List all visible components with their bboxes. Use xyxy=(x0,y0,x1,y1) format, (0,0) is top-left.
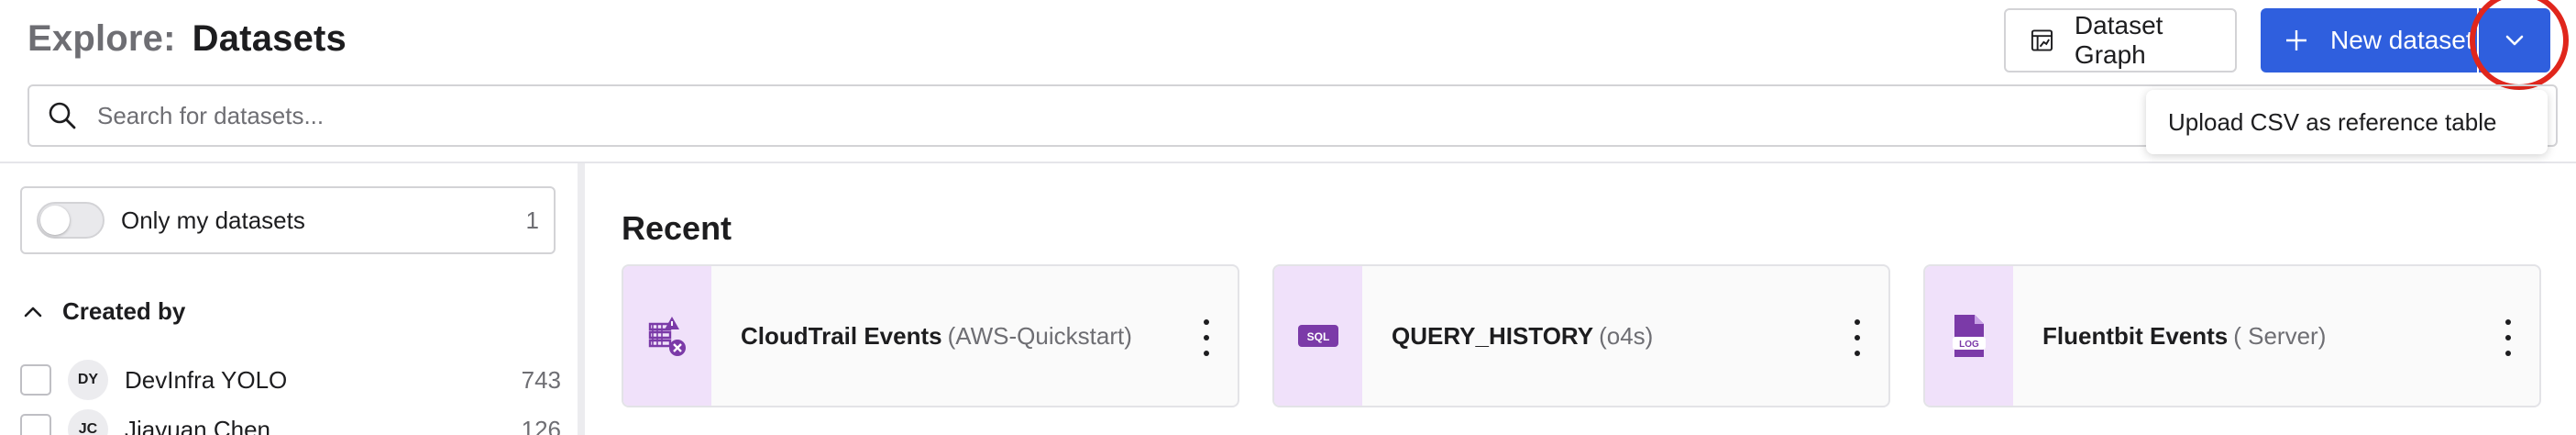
avatar: JC xyxy=(68,409,108,435)
sql-icon-text: SQL xyxy=(1307,330,1330,343)
search-input[interactable] xyxy=(97,101,2114,130)
only-my-datasets-label: Only my datasets xyxy=(121,206,305,234)
sidebar-resize-handle[interactable] xyxy=(578,163,585,435)
only-my-datasets-filter[interactable]: Only my datasets 1 xyxy=(20,186,556,254)
recent-dataset-card[interactable]: SQL QUERY_HISTORY (o4s) xyxy=(1272,264,1890,407)
creator-count: 126 xyxy=(521,415,561,435)
dataset-icon-cell: LOG xyxy=(1925,266,2013,406)
sql-icon: SQL xyxy=(1298,325,1338,347)
recent-dataset-card[interactable]: LOG Fluentbit Events( Server) xyxy=(1923,264,2541,407)
more-options-icon[interactable] xyxy=(2497,319,2519,356)
page-title-name: Datasets xyxy=(192,18,347,59)
dataset-name: QUERY_HISTORY xyxy=(1392,321,1594,350)
dataset-name: Fluentbit Events xyxy=(2042,321,2229,350)
created-by-label: Created by xyxy=(62,297,186,325)
dataset-icon-cell xyxy=(623,266,711,406)
created-by-section-toggle[interactable]: Created by xyxy=(24,297,185,326)
recent-dataset-card[interactable]: CloudTrail Events (AWS-Quickstart) xyxy=(622,264,1239,407)
more-options-icon[interactable] xyxy=(1195,319,1217,356)
cloudtrail-icon xyxy=(648,317,686,356)
creator-name: Jiayuan Chen xyxy=(125,415,270,435)
graph-icon xyxy=(2031,29,2053,51)
menu-item-upload-csv[interactable]: Upload CSV as reference table xyxy=(2168,108,2496,137)
toggle-knob xyxy=(40,206,70,235)
creator-checkbox[interactable] xyxy=(20,364,51,396)
creator-name: DevInfra YOLO xyxy=(125,365,288,394)
new-dataset-dropdown-menu: Upload CSV as reference table xyxy=(2146,90,2548,154)
only-my-datasets-count: 1 xyxy=(525,206,539,234)
recent-heading: Recent xyxy=(622,209,732,247)
creator-filter-row[interactable]: JC Jiayuan Chen 126 xyxy=(20,409,561,435)
dataset-source: ( Server) xyxy=(2233,321,2327,350)
dataset-graph-label: Dataset Graph xyxy=(2074,11,2163,69)
page-title-prefix: Explore: xyxy=(28,18,176,59)
creator-count: 743 xyxy=(521,365,561,394)
creator-checkbox[interactable] xyxy=(20,414,51,435)
avatar: DY xyxy=(68,360,108,400)
new-dataset-menu-toggle[interactable] xyxy=(2479,8,2550,72)
more-options-icon[interactable] xyxy=(1846,319,1868,356)
page-header: Explore: Datasets Dataset Graph New datas… xyxy=(0,0,2576,90)
log-icon-text: LOG xyxy=(1959,340,1979,350)
dataset-title: CloudTrail Events (AWS-Quickstart) xyxy=(741,322,1132,351)
dataset-source: (AWS-Quickstart) xyxy=(947,321,1132,350)
dataset-graph-button[interactable]: Dataset Graph xyxy=(2004,8,2237,72)
new-dataset-button[interactable]: New dataset xyxy=(2261,8,2477,72)
search-icon xyxy=(49,102,76,129)
main-content: Recent CloudTrail Events (AWS-Quickstart)… xyxy=(585,163,2576,435)
creator-filter-row[interactable]: DY DevInfra YOLO 743 xyxy=(20,360,561,400)
only-my-datasets-toggle[interactable] xyxy=(37,202,105,239)
chevron-up-icon xyxy=(24,307,42,317)
page-title: Explore: Datasets xyxy=(28,18,347,60)
log-file-icon: LOG xyxy=(1953,315,1986,357)
dataset-icon-cell: SQL xyxy=(1274,266,1362,406)
chevron-down-icon xyxy=(2505,35,2524,46)
dataset-title: Fluentbit Events( Server) xyxy=(2042,322,2326,351)
plus-icon xyxy=(2286,30,2306,50)
filter-sidebar: Only my datasets 1 Created by DY DevInfr… xyxy=(0,163,578,435)
dataset-name: CloudTrail Events xyxy=(741,321,942,350)
dataset-source: (o4s) xyxy=(1599,321,1654,350)
new-dataset-label: New dataset xyxy=(2330,26,2473,54)
dataset-title: QUERY_HISTORY (o4s) xyxy=(1392,322,1653,351)
